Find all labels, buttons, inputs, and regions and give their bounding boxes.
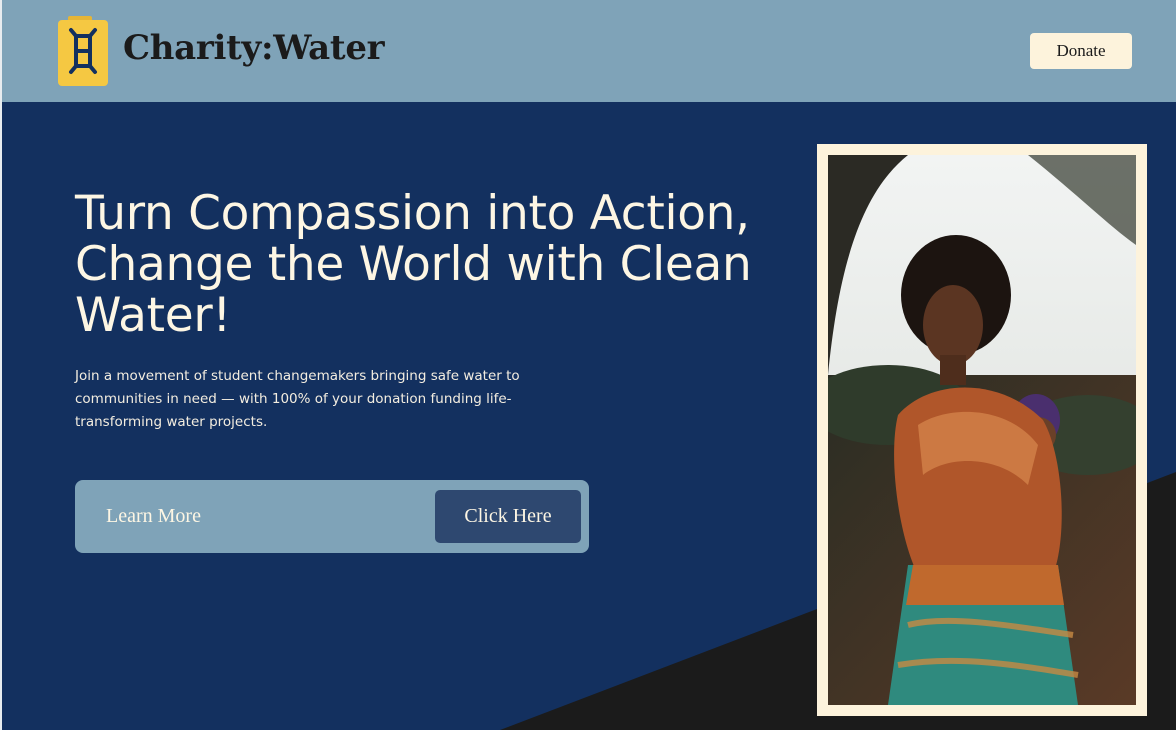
cta-bar: Learn More Click Here — [75, 480, 589, 553]
hero-headline: Turn Compassion into Action, Change the … — [75, 186, 752, 343]
hero-section: Turn Compassion into Action, Change the … — [0, 102, 1176, 730]
photo-frame — [817, 144, 1147, 716]
learn-more-link[interactable]: Learn More — [106, 505, 201, 528]
brand-name[interactable]: Charity:Water — [123, 28, 385, 68]
site-header: Charity:Water Donate — [0, 0, 1176, 102]
hero-subtext: Join a movement of student changemakers … — [75, 368, 520, 430]
donate-button[interactable]: Donate — [1030, 33, 1132, 69]
hero-photo — [828, 155, 1136, 705]
jerry-can-icon[interactable] — [58, 16, 108, 86]
left-edge-divider — [0, 102, 2, 730]
click-here-button[interactable]: Click Here — [435, 490, 581, 543]
